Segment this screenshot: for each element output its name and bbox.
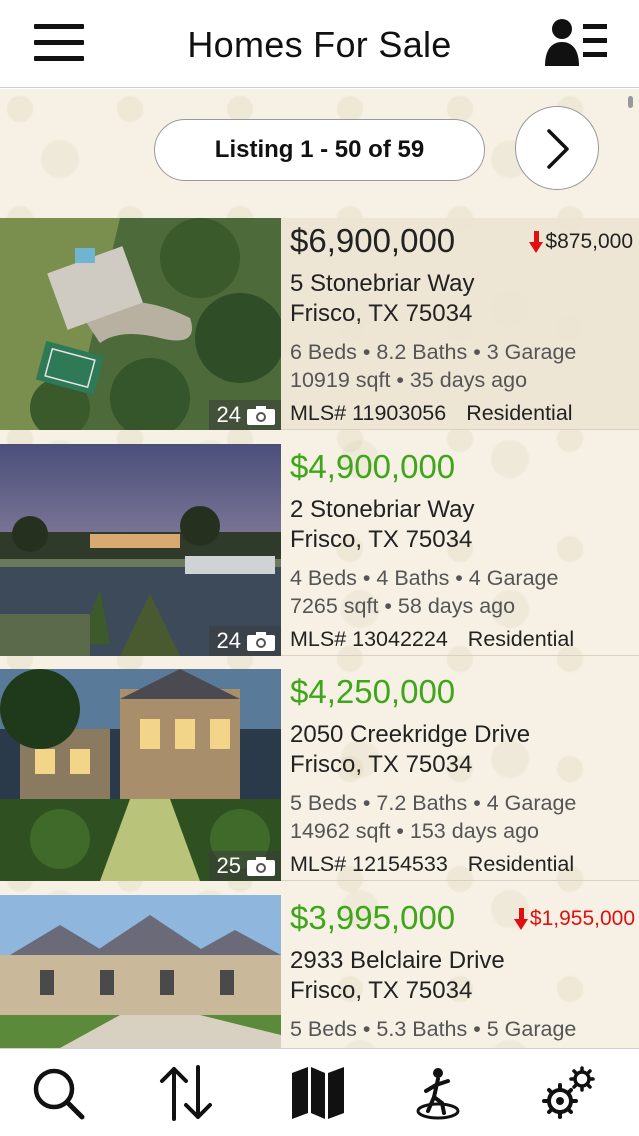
- listing-mls: MLS# 11903056 Residential: [290, 401, 573, 425]
- photo-count: 25: [208, 851, 281, 881]
- listing-price: $4,900,000: [290, 448, 456, 485]
- listing-row[interactable]: 24 $6,900,000 $875,000 5 Stonebriar Way …: [0, 218, 639, 430]
- listing-specs: 6 Beds • 8.2 Baths • 3 Garage: [290, 340, 577, 364]
- listing-range-button[interactable]: Listing 1 - 50 of 59: [154, 119, 485, 181]
- listing-address: 2933 Belclaire Drive: [290, 947, 505, 974]
- listing-address: 5 Stonebriar Way: [290, 270, 475, 297]
- camera-icon: [247, 632, 275, 651]
- listing-city: Frisco, TX 75034: [290, 977, 473, 1004]
- listing-size-age: 14962 sqft • 153 days ago: [290, 819, 539, 843]
- photo-count: 24: [208, 626, 281, 656]
- arrow-down-icon: [513, 908, 528, 930]
- next-page-button[interactable]: [515, 106, 599, 190]
- price-drop: $875,000: [529, 230, 633, 254]
- listing-price: $6,900,000: [290, 222, 456, 259]
- listing-price: $4,250,000: [290, 673, 456, 710]
- listing-info: $4,250,000 2050 Creekridge Drive Frisco,…: [290, 669, 639, 881]
- chevron-right-icon: [547, 129, 569, 169]
- listing-photo[interactable]: 24: [0, 218, 281, 430]
- camera-icon: [247, 406, 275, 425]
- listing-address: 2050 Creekridge Drive: [290, 721, 531, 748]
- price-drop: $1,955,000: [513, 907, 635, 931]
- listing-info: $6,900,000 $875,000 5 Stonebriar Way Fri…: [290, 218, 639, 430]
- photo-count: 24: [208, 400, 281, 430]
- listing-specs: 4 Beds • 4 Baths • 4 Garage: [290, 566, 559, 590]
- sort-icon[interactable]: [156, 1063, 216, 1123]
- header: Homes For Sale: [0, 0, 639, 88]
- listing-row[interactable]: $3,995,000 $1,955,000 2933 Belclaire Dri…: [0, 895, 639, 1048]
- listing-photo[interactable]: 25: [0, 669, 281, 881]
- settings-icon[interactable]: [538, 1063, 598, 1123]
- listing-specs: 5 Beds • 5.3 Baths • 5 Garage: [290, 1017, 577, 1041]
- listing-specs: 5 Beds • 7.2 Baths • 4 Garage: [290, 791, 577, 815]
- listing-row[interactable]: 25 $4,250,000 2050 Creekridge Drive Fris…: [0, 669, 639, 881]
- listing-row[interactable]: 24 $4,900,000 2 Stonebriar Way Frisco, T…: [0, 444, 639, 656]
- user-list-icon[interactable]: [545, 18, 607, 66]
- map-icon[interactable]: [288, 1063, 348, 1123]
- listing-address: 2 Stonebriar Way: [290, 496, 475, 523]
- scrollbar[interactable]: [628, 96, 633, 108]
- listing-city: Frisco, TX 75034: [290, 751, 473, 778]
- search-icon[interactable]: [28, 1063, 88, 1123]
- listing-mls: MLS# 13042224 Residential: [290, 627, 575, 651]
- listing-mls: MLS# 12154533 Residential: [290, 852, 575, 876]
- listing-city: Frisco, TX 75034: [290, 300, 473, 327]
- camera-icon: [247, 857, 275, 876]
- listing-city: Frisco, TX 75034: [290, 526, 473, 553]
- listing-photo[interactable]: [0, 895, 281, 1048]
- listing-size-age: 10919 sqft • 35 days ago: [290, 368, 528, 392]
- listing-photo[interactable]: 24: [0, 444, 281, 656]
- page-title: Homes For Sale: [187, 24, 452, 65]
- listing-size-age: 7265 sqft • 58 days ago: [290, 594, 516, 618]
- listing-info: $3,995,000 $1,955,000 2933 Belclaire Dri…: [290, 895, 639, 1048]
- open-house-icon[interactable]: [408, 1063, 468, 1123]
- listing-info: $4,900,000 2 Stonebriar Way Frisco, TX 7…: [290, 444, 639, 656]
- arrow-down-icon: [529, 231, 544, 253]
- bottom-tab-bar: [0, 1048, 639, 1136]
- listing-price: $3,995,000: [290, 899, 456, 936]
